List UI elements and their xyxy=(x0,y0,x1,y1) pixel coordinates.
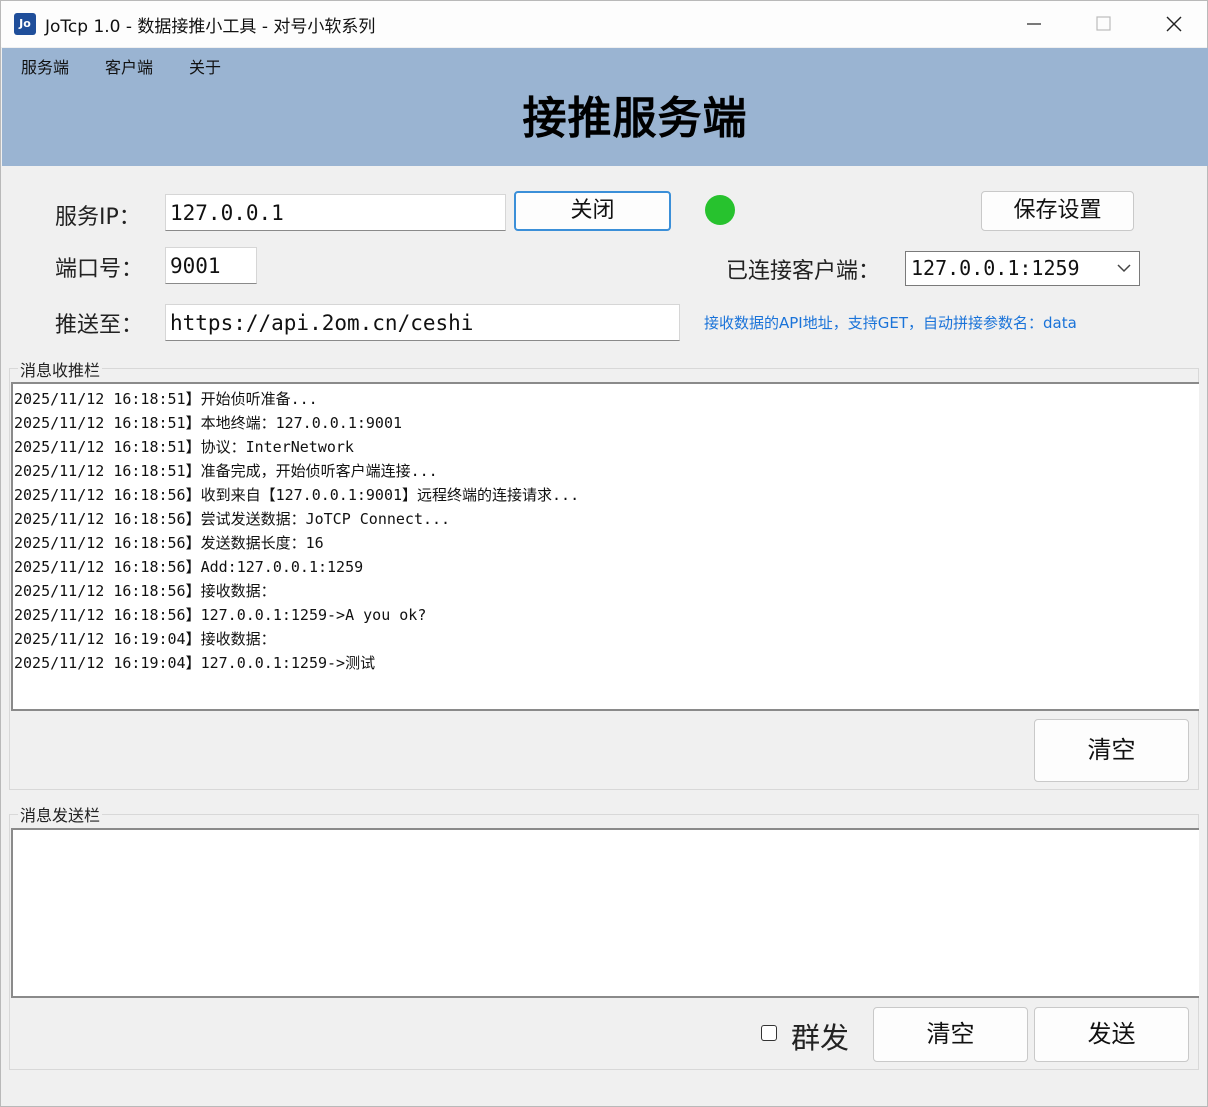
app-logo-icon: Jo xyxy=(14,13,36,35)
ip-label: 服务IP： xyxy=(55,205,141,230)
minimize-icon xyxy=(1027,23,1041,25)
log-line: 2025/11/12 16:18:51】协议：InterNetwork xyxy=(14,438,354,456)
connected-clients-value: 127.0.0.1:1259 xyxy=(911,256,1080,280)
send-message-input[interactable] xyxy=(11,828,1199,998)
connected-clients-select[interactable]: 127.0.0.1:1259 xyxy=(905,251,1140,286)
ip-input[interactable]: 127.0.0.1 xyxy=(165,194,506,231)
maximize-button[interactable] xyxy=(1069,1,1139,47)
maximize-icon xyxy=(1096,16,1111,31)
send-clear-button[interactable]: 清空 xyxy=(873,1007,1028,1062)
title-bar: Jo JoTcp 1.0 - 数据接推小工具 - 对号小软系列 xyxy=(1,1,1207,47)
header-banner: 服务端 客户端 关于 接推服务端 xyxy=(2,48,1208,166)
chevron-down-icon xyxy=(1117,264,1131,273)
receive-log: 2025/11/12 16:18:51】开始侦听准备... 2025/11/12 … xyxy=(14,387,1194,707)
close-icon xyxy=(1166,16,1182,32)
log-line: 2025/11/12 16:18:56】尝试发送数据：JoTCP Connect… xyxy=(14,510,451,528)
receive-clear-button[interactable]: 清空 xyxy=(1034,719,1189,782)
close-window-button[interactable] xyxy=(1139,1,1208,47)
save-settings-button[interactable]: 保存设置 xyxy=(981,191,1134,231)
push-url-input[interactable]: https://api.2om.cn/ceshi xyxy=(165,304,680,341)
log-line: 2025/11/12 16:19:04】接收数据： xyxy=(14,630,276,648)
push-to-label: 推送至： xyxy=(55,313,144,338)
menu-item-about[interactable]: 关于 xyxy=(189,54,221,78)
push-url-hint: 接收数据的API地址，支持GET，自动拼接参数名：data xyxy=(704,314,1077,332)
port-label: 端口号： xyxy=(55,257,144,282)
close-server-button[interactable]: 关闭 xyxy=(514,191,671,231)
receive-panel-title: 消息收推栏 xyxy=(18,357,103,381)
log-line: 2025/11/12 16:18:51】本地终端：127.0.0.1:9001 xyxy=(14,414,403,432)
window-title: JoTcp 1.0 - 数据接推小工具 - 对号小软系列 xyxy=(45,17,376,37)
log-line: 2025/11/12 16:18:56】接收数据： xyxy=(14,582,276,600)
menu-item-server[interactable]: 服务端 xyxy=(21,54,69,78)
broadcast-label[interactable]: 群发 xyxy=(791,1015,849,1057)
log-line: 2025/11/12 16:18:56】发送数据长度：16 xyxy=(14,534,324,552)
log-line: 2025/11/12 16:18:56】收到来自【127.0.0.1:9001】… xyxy=(14,486,580,504)
page-title: 接推服务端 xyxy=(522,93,748,144)
menu-item-client[interactable]: 客户端 xyxy=(105,54,153,78)
connected-clients-label: 已连接客户端： xyxy=(726,259,881,284)
port-input[interactable]: 9001 xyxy=(165,247,257,284)
broadcast-checkbox[interactable] xyxy=(761,1025,777,1041)
send-panel-title: 消息发送栏 xyxy=(18,802,103,826)
status-indicator xyxy=(705,195,735,225)
log-line: 2025/11/12 16:18:51】准备完成，开始侦听客户端连接... xyxy=(14,462,438,480)
send-button[interactable]: 发送 xyxy=(1034,1007,1189,1062)
log-line: 2025/11/12 16:18:51】开始侦听准备... xyxy=(14,390,318,408)
app-window: Jo JoTcp 1.0 - 数据接推小工具 - 对号小软系列 服务端 客户端 … xyxy=(0,0,1208,1107)
log-line: 2025/11/12 16:18:56】Add:127.0.0.1:1259 xyxy=(14,558,364,576)
log-line: 2025/11/12 16:18:56】127.0.0.1:1259->A yo… xyxy=(14,606,427,624)
log-line: 2025/11/12 16:19:04】127.0.0.1:1259->测试 xyxy=(14,654,376,672)
minimize-button[interactable] xyxy=(999,1,1069,47)
